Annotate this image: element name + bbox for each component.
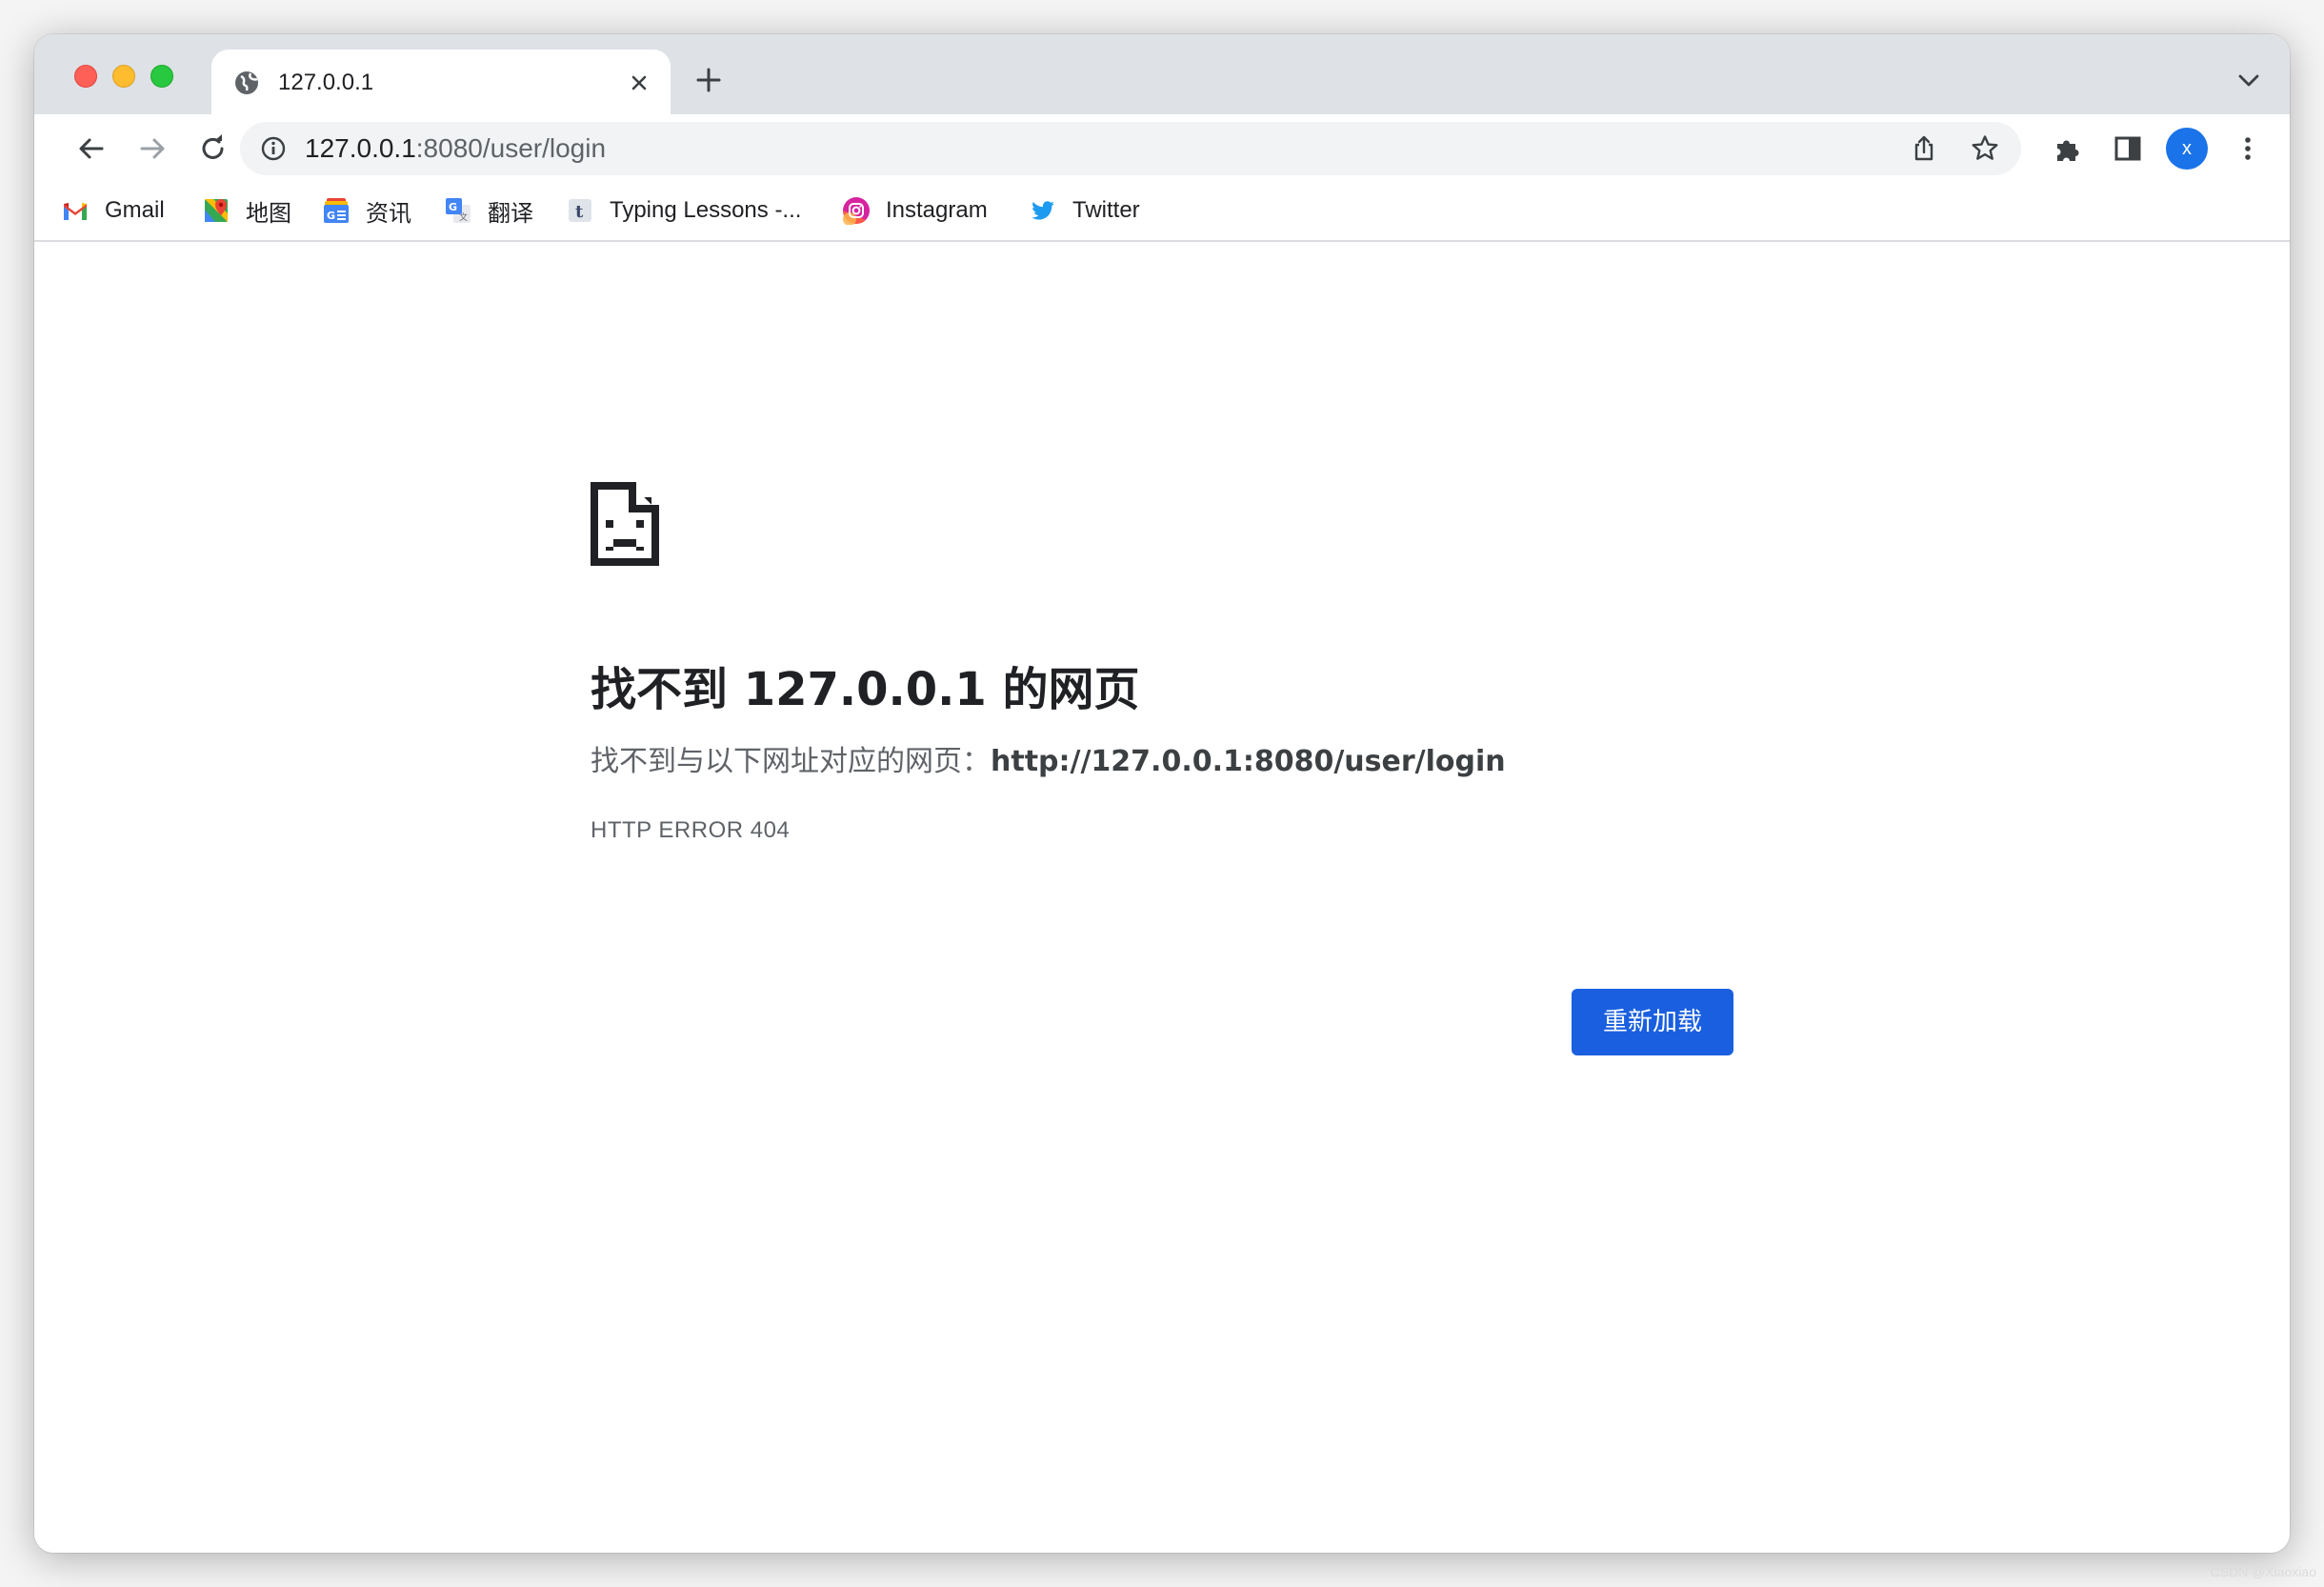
address-bar[interactable]: 127.0.0.1:8080/user/login xyxy=(240,122,2021,175)
twitter-icon xyxy=(1032,201,1054,220)
bookmark-translate[interactable]: G 文 翻译 xyxy=(444,194,533,227)
chevron-down-icon[interactable] xyxy=(2236,70,2261,90)
bookmark-label: Instagram xyxy=(886,197,988,223)
bookmark-news[interactable]: G 资讯 xyxy=(322,194,411,227)
sad-page-icon xyxy=(591,482,659,566)
error-code: HTTP ERROR 404 xyxy=(591,817,791,843)
instagram-icon xyxy=(843,197,870,225)
reload-page-button[interactable]: 重新加载 xyxy=(1572,989,1733,1055)
url-host: 127.0.0.1 xyxy=(305,133,416,163)
refresh-icon xyxy=(202,134,224,159)
tab-title: 127.0.0.1 xyxy=(278,70,374,95)
minimize-window-button[interactable] xyxy=(112,65,135,88)
translate-icon: G 文 xyxy=(446,198,471,223)
tab-strip: 127.0.0.1 xyxy=(34,34,2290,116)
bookmarks-bar: Gmail 地图 G 资讯 G 文 翻译 t Typing Lessons -.… xyxy=(34,183,2290,242)
profile-avatar[interactable]: x xyxy=(2166,128,2208,170)
news-icon: G xyxy=(324,198,349,223)
bookmark-gmail[interactable]: Gmail xyxy=(61,194,165,227)
more-vertical-icon xyxy=(2245,137,2251,160)
reload-button[interactable] xyxy=(192,128,234,170)
error-description: 找不到与以下网址对应的网页：http://127.0.0.1:8080/user… xyxy=(591,737,1506,779)
bookmark-label: Twitter xyxy=(1072,197,1140,223)
address-url[interactable]: 127.0.0.1:8080/user/login xyxy=(305,133,606,164)
url-path: :8080/user/login xyxy=(415,133,607,163)
puzzle-icon xyxy=(2057,140,2079,161)
extensions-button[interactable] xyxy=(2048,128,2090,170)
arrow-left-icon xyxy=(79,138,104,159)
bookmark-maps[interactable]: 地图 xyxy=(202,194,291,227)
close-window-button[interactable] xyxy=(74,65,97,88)
side-panel-icon xyxy=(2114,136,2141,161)
svg-text:t: t xyxy=(575,202,584,222)
forward-button[interactable] xyxy=(131,128,173,170)
zoom-window-button[interactable] xyxy=(150,65,173,88)
bookmark-typing[interactable]: t Typing Lessons -... xyxy=(566,194,801,227)
bookmark-label: Typing Lessons -... xyxy=(610,197,802,223)
plus-icon[interactable] xyxy=(693,65,724,95)
error-url: http://127.0.0.1:8080/user/login xyxy=(991,745,1506,778)
toolbar: 127.0.0.1:8080/user/login x xyxy=(34,114,2290,183)
bookmark-label: 翻译 xyxy=(488,200,533,227)
watermark: CSDN @Xiaoxiao xyxy=(2210,1564,2316,1579)
bookmark-label: 资讯 xyxy=(366,200,411,227)
error-title: 找不到 127.0.0.1 的网页 xyxy=(591,663,1140,716)
svg-text:G: G xyxy=(449,201,457,213)
svg-text:文: 文 xyxy=(459,211,468,223)
error-page: 找不到 127.0.0.1 的网页 找不到与以下网址对应的网页：http://1… xyxy=(34,242,2290,1553)
bookmark-instagram[interactable]: Instagram xyxy=(842,194,988,227)
bookmark-label: Gmail xyxy=(105,197,165,223)
star-icon[interactable] xyxy=(1970,133,2000,164)
side-panel-button[interactable] xyxy=(2107,128,2149,170)
active-tab[interactable]: 127.0.0.1 xyxy=(211,50,671,116)
globe-icon xyxy=(235,71,258,94)
arrow-right-icon xyxy=(140,138,165,159)
share-icon[interactable] xyxy=(1909,133,1939,164)
error-description-text: 找不到与以下网址对应的网页： xyxy=(591,745,991,778)
back-button[interactable] xyxy=(70,128,112,170)
close-icon[interactable] xyxy=(625,69,653,97)
gmail-icon xyxy=(64,203,87,220)
svg-text:G: G xyxy=(327,210,335,222)
bookmark-twitter[interactable]: Twitter xyxy=(1029,194,1140,227)
browser-window: 127.0.0.1 127.0.0.1:8080/user/login x Gm… xyxy=(34,34,2290,1553)
info-icon[interactable] xyxy=(259,134,288,163)
bookmark-label: 地图 xyxy=(246,200,291,227)
typing-icon: t xyxy=(569,199,591,222)
menu-button[interactable] xyxy=(2227,128,2269,170)
maps-icon xyxy=(205,199,228,222)
